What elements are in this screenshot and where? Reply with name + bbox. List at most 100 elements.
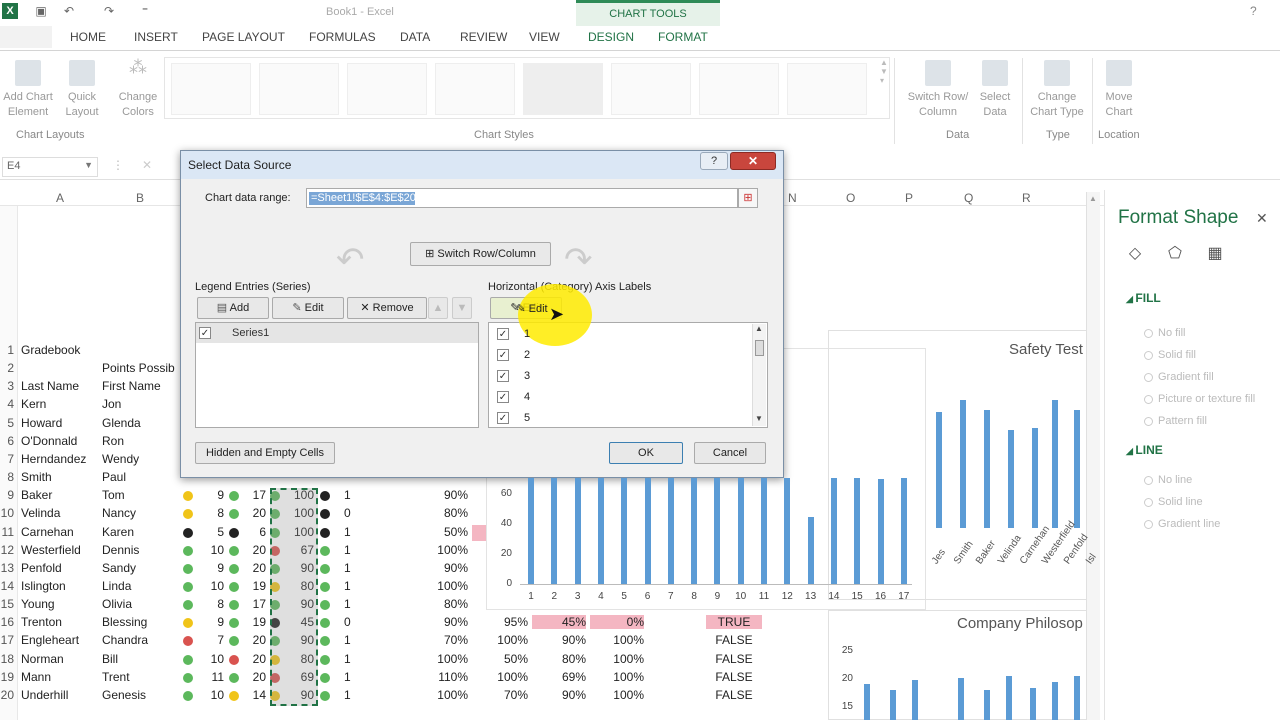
chart-bar[interactable] <box>912 680 918 720</box>
add-series-button[interactable]: ▤ Add <box>197 297 269 319</box>
cell-value[interactable]: 20 <box>240 561 266 575</box>
row-number[interactable]: 13 <box>0 561 14 575</box>
cell-value[interactable]: 20 <box>240 652 266 666</box>
cell-value[interactable]: 9 <box>200 615 224 629</box>
cell-value[interactable]: 1 <box>344 652 351 666</box>
chart-style-6[interactable] <box>611 63 691 115</box>
cell-percent[interactable]: 69% <box>532 670 586 684</box>
cell-boolean[interactable]: TRUE <box>706 615 762 630</box>
cell-last-name[interactable]: Howard <box>21 416 62 430</box>
cell-value[interactable]: 17 <box>240 488 266 502</box>
cell-percent[interactable]: 100% <box>420 652 468 666</box>
fill-line-icon[interactable]: ◇ <box>1124 243 1146 263</box>
cell-value[interactable]: 17 <box>240 597 266 611</box>
tab-design[interactable]: DESIGN <box>588 30 634 44</box>
cell-last-name[interactable]: Penfold <box>21 561 62 575</box>
tab-formulas[interactable]: FORMULAS <box>309 30 376 44</box>
column-header[interactable]: R <box>1022 191 1031 205</box>
tab-home[interactable]: HOME <box>70 30 106 44</box>
chart-bar[interactable] <box>1074 676 1080 720</box>
cell-last-name[interactable]: Westerfield <box>21 543 81 557</box>
chart-style-1[interactable] <box>171 63 251 115</box>
tab-format[interactable]: FORMAT <box>658 30 708 44</box>
cell-first-name[interactable]: Points Possib <box>102 361 175 375</box>
cell-value[interactable]: 20 <box>240 670 266 684</box>
chart-bar[interactable] <box>551 478 558 584</box>
row-number[interactable]: 18 <box>0 652 14 666</box>
cell-value[interactable]: 7 <box>200 633 224 647</box>
switch-row-column-dialog-button[interactable]: ⊞ Switch Row/Column <box>410 242 551 266</box>
cell-percent[interactable]: 80% <box>532 652 586 666</box>
row-number[interactable]: 2 <box>0 361 14 375</box>
chart-bar[interactable] <box>984 690 990 720</box>
cell-percent[interactable]: 100% <box>590 688 644 702</box>
fill-option[interactable]: Pattern fill <box>1158 415 1207 427</box>
chart-bar[interactable] <box>984 410 990 528</box>
cell-percent[interactable]: 45% <box>532 615 586 630</box>
row-number[interactable]: 9 <box>0 488 14 502</box>
cell-value[interactable]: 6 <box>240 525 266 539</box>
cell-boolean[interactable]: FALSE <box>706 633 762 647</box>
chart-bar[interactable] <box>854 478 861 584</box>
cell-percent[interactable]: 110% <box>420 670 468 684</box>
chart-bar[interactable] <box>877 479 884 584</box>
cell-last-name[interactable]: Underhill <box>21 688 68 702</box>
row-number[interactable]: 15 <box>0 597 14 611</box>
cell-percent[interactable]: 100% <box>590 633 644 647</box>
checkbox[interactable]: ✓ <box>497 349 509 361</box>
chart-bar[interactable] <box>528 478 534 584</box>
column-header[interactable]: O <box>846 191 855 205</box>
cell-value[interactable]: 8 <box>200 597 224 611</box>
cell-percent[interactable]: 100% <box>420 543 468 557</box>
chart-bar[interactable] <box>1052 682 1058 720</box>
cell-first-name[interactable]: Chandra <box>102 633 148 647</box>
chart-bar[interactable] <box>830 478 837 584</box>
help-icon[interactable]: ? <box>1250 4 1257 18</box>
cell-value[interactable]: 0 <box>344 506 351 520</box>
close-icon[interactable]: ✕ <box>1256 210 1268 227</box>
cancel-entry-icon[interactable]: ✕ <box>142 158 152 172</box>
cell-percent[interactable]: 100% <box>480 670 528 684</box>
cell-first-name[interactable]: Bill <box>102 652 118 666</box>
cell-first-name[interactable]: Paul <box>102 470 126 484</box>
cell-last-name[interactable]: Mann <box>21 670 51 684</box>
cell-first-name[interactable]: Nancy <box>102 506 136 520</box>
radio-button[interactable] <box>1144 395 1153 404</box>
cell-percent[interactable]: 80% <box>420 506 468 520</box>
chart-bar[interactable] <box>644 478 651 584</box>
row-number[interactable]: 6 <box>0 434 14 448</box>
chart-bar[interactable] <box>900 478 907 584</box>
cell-value[interactable]: 19 <box>240 579 266 593</box>
cell-percent[interactable]: 70% <box>480 688 528 702</box>
row-number[interactable]: 5 <box>0 416 14 430</box>
radio-button[interactable] <box>1144 498 1153 507</box>
row-number[interactable]: 19 <box>0 670 14 684</box>
cell-value[interactable]: 10 <box>200 688 224 702</box>
cell-first-name[interactable]: Linda <box>102 579 131 593</box>
tab-page-layout[interactable]: PAGE LAYOUT <box>202 30 285 44</box>
cell-value[interactable]: 11 <box>200 670 224 684</box>
chart-style-7[interactable] <box>699 63 779 115</box>
radio-button[interactable] <box>1144 373 1153 382</box>
radio-button[interactable] <box>1144 329 1153 338</box>
chart-bar[interactable] <box>714 478 721 584</box>
chart-bar[interactable] <box>1052 400 1058 528</box>
save-icon[interactable]: ▣ <box>34 4 48 18</box>
cell-last-name[interactable]: Last Name <box>21 379 79 393</box>
line-option[interactable]: Gradient line <box>1158 518 1220 530</box>
cell-first-name[interactable]: Dennis <box>102 543 139 557</box>
cell-first-name[interactable]: Trent <box>102 670 130 684</box>
cell-first-name[interactable]: Karen <box>102 525 134 539</box>
cell-percent[interactable]: 0% <box>590 615 644 630</box>
cell-value[interactable]: 14 <box>240 688 266 702</box>
cell-percent[interactable]: 90% <box>420 615 468 629</box>
fill-section-header[interactable]: ◢ FILL <box>1126 291 1161 305</box>
radio-button[interactable] <box>1144 417 1153 426</box>
cell-percent[interactable]: 90% <box>532 688 586 702</box>
chart-bar[interactable] <box>807 516 814 584</box>
change-chart-type-button[interactable]: Change Chart Type <box>1024 60 1090 120</box>
tab-insert[interactable]: INSERT <box>134 30 178 44</box>
cell-value[interactable]: 20 <box>240 543 266 557</box>
scroll-up-icon[interactable]: ▲ <box>1089 194 1097 203</box>
column-header[interactable]: P <box>905 191 913 205</box>
